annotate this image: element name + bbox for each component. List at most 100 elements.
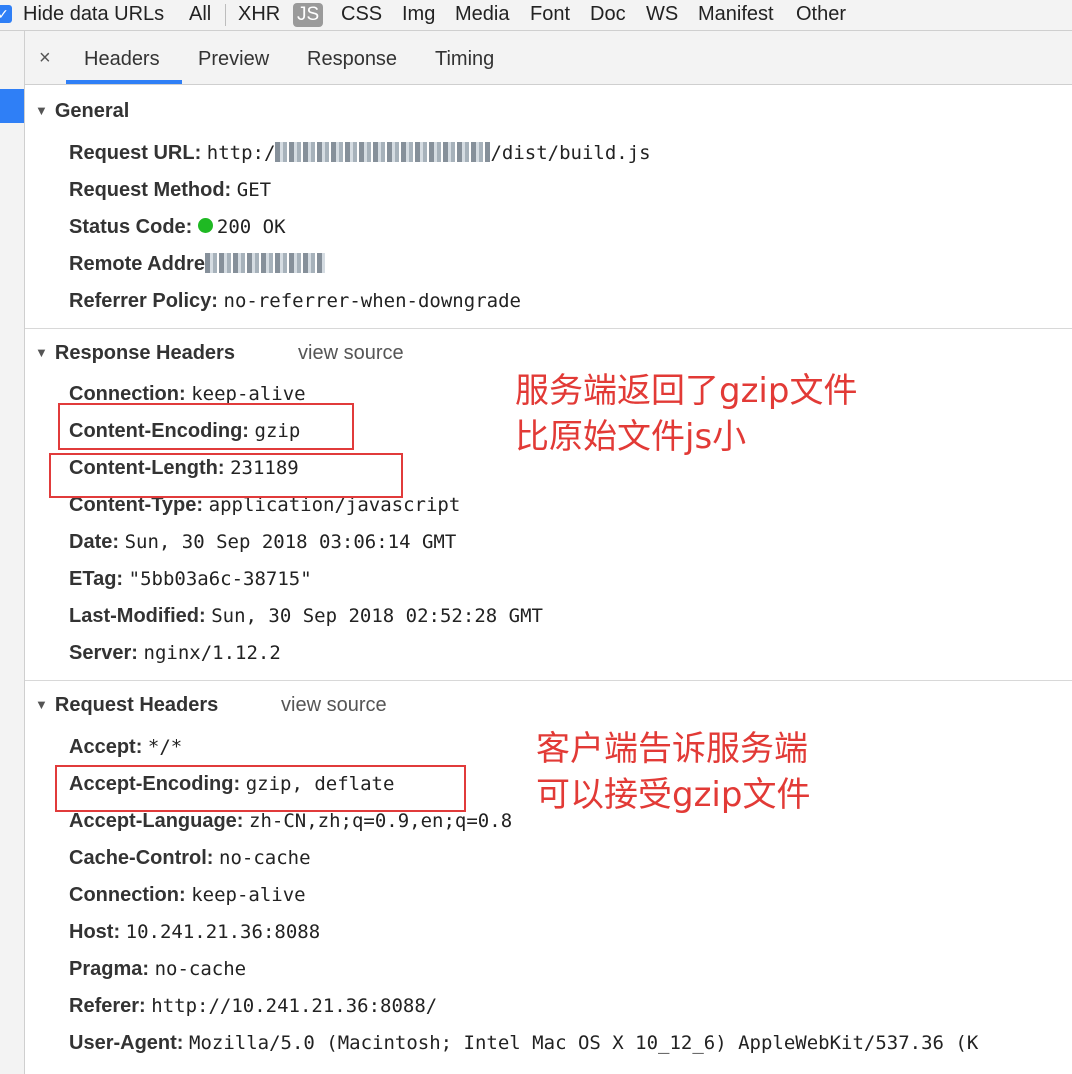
header-value: no-cache (154, 958, 247, 980)
filter-img[interactable]: Img (402, 3, 435, 26)
response-header-row: Server: nginx/1.12.2 (69, 642, 281, 665)
filter-xhr[interactable]: XHR (238, 3, 280, 26)
header-key: Referer: (69, 995, 146, 1017)
header-key: Request Method: (69, 179, 232, 201)
header-key: Cache-Control: (69, 847, 214, 869)
header-key: Accept: (69, 736, 143, 758)
header-key: Server: (69, 642, 138, 664)
header-key: User-Agent: (69, 1032, 184, 1054)
filter-js-selected[interactable]: JS (293, 3, 324, 27)
request-header-row: Referer: http://10.241.21.36:8088/ (69, 995, 437, 1018)
header-value: http://10.241.21.36:8088/ (151, 995, 438, 1017)
collapse-triangle-icon: ▼ (35, 345, 48, 360)
request-header-row: Accept: */* (69, 736, 182, 759)
filter-doc[interactable]: Doc (590, 3, 626, 26)
headers-panel: ▼ General Request URL: http:/ /dist/build.… (25, 85, 1072, 1074)
request-list-strip (0, 31, 25, 1074)
response-header-row: Last-Modified: Sun, 30 Sep 2018 02:52:28… (69, 605, 543, 628)
server-annotation-line1: 服务端返回了gzip文件 (515, 371, 858, 411)
request-header-row: Cache-Control: no-cache (69, 847, 311, 870)
status-ok-icon (197, 218, 213, 234)
header-key: Status Code: (69, 216, 193, 238)
response-header-row: Date: Sun, 30 Sep 2018 03:06:14 GMT (69, 531, 456, 554)
header-key: Date: (69, 531, 120, 553)
selected-request-row[interactable] (0, 89, 24, 123)
request-view-source-link[interactable]: view source (281, 694, 387, 717)
redacted-host (275, 141, 491, 162)
request-url-row: Request URL: http:/ /dist/build.js (69, 141, 651, 165)
header-value: nginx/1.12.2 (143, 642, 281, 664)
filter-separator (225, 4, 226, 26)
header-value: "5bb03a6c-38715" (128, 568, 312, 590)
general-title: General (54, 100, 130, 122)
header-value: keep-alive (191, 383, 306, 405)
header-value: no-referrer-when-downgrade (223, 290, 521, 312)
redacted-address (204, 252, 325, 273)
filter-css[interactable]: CSS (341, 3, 382, 26)
header-key: Connection: (69, 884, 186, 906)
collapse-triangle-icon: ▼ (35, 697, 48, 712)
request-header-row: Accept-Language: zh-CN,zh;q=0.9,en;q=0.8 (69, 810, 512, 833)
header-value: 200 OK (216, 216, 286, 238)
header-key: Host: (69, 921, 121, 943)
section-divider (25, 328, 1072, 329)
header-key: Pragma: (69, 958, 150, 980)
highlight-content-encoding (58, 403, 354, 450)
header-key: ETag: (69, 568, 124, 590)
header-value: /dist/build.js (490, 142, 651, 164)
referrer-policy-row: Referrer Policy: no-referrer-when-downgr… (69, 290, 521, 313)
tab-headers[interactable]: Headers (84, 48, 160, 71)
request-header-row: User-Agent: Mozilla/5.0 (Macintosh; Inte… (69, 1032, 978, 1055)
request-method-row: Request Method: GET (69, 179, 271, 202)
request-header-row: Pragma: no-cache (69, 958, 246, 981)
header-value: */* (147, 736, 183, 758)
tab-timing[interactable]: Timing (435, 48, 494, 71)
filter-manifest[interactable]: Manifest (698, 3, 774, 26)
client-annotation-line2: 可以接受gzip文件 (536, 775, 811, 815)
close-icon[interactable]: × (39, 47, 51, 70)
tab-response[interactable]: Response (307, 48, 397, 71)
request-header-row: Host: 10.241.21.36:8088 (69, 921, 320, 944)
header-value: keep-alive (191, 884, 306, 906)
header-key: Connection: (69, 383, 186, 405)
active-tab-indicator (66, 80, 182, 84)
filter-ws[interactable]: WS (646, 3, 678, 26)
request-headers-title: Request Headers (54, 694, 219, 716)
header-key: Last-Modified: (69, 605, 206, 627)
header-value: Sun, 30 Sep 2018 02:52:28 GMT (211, 605, 543, 627)
header-key: Request URL: (69, 142, 202, 164)
header-value: no-cache (219, 847, 311, 869)
header-value-prefix: http:/ (206, 142, 276, 164)
filter-media[interactable]: Media (455, 3, 509, 26)
header-key: Remote Addre (69, 253, 205, 275)
request-headers-section-header[interactable]: ▼ Request Headers (35, 694, 218, 717)
header-key: Accept-Language: (69, 810, 244, 832)
header-value: 10.241.21.36:8088 (125, 921, 321, 943)
status-code-row: Status Code: 200 OK (69, 216, 286, 239)
filter-font[interactable]: Font (530, 3, 570, 26)
section-divider (25, 680, 1072, 681)
filter-all[interactable]: All (189, 3, 211, 26)
filter-other[interactable]: Other (796, 3, 846, 26)
server-annotation-line2: 比原始文件js小 (515, 417, 747, 457)
general-section-header[interactable]: ▼ General (35, 100, 129, 123)
highlight-accept-encoding (55, 765, 466, 812)
header-value: GET (236, 179, 272, 201)
network-filter-bar: ✓ Hide data URLs All XHR JS CSS Img Medi… (0, 0, 1072, 31)
header-value: Mozilla/5.0 (Macintosh; Intel Mac OS X 1… (189, 1032, 979, 1054)
header-key: Referrer Policy: (69, 290, 218, 312)
tab-preview[interactable]: Preview (198, 48, 269, 71)
response-view-source-link[interactable]: view source (298, 342, 404, 365)
client-annotation-line1: 客户端告诉服务端 (536, 729, 808, 769)
header-value: Sun, 30 Sep 2018 03:06:14 GMT (124, 531, 457, 553)
response-headers-title: Response Headers (54, 342, 235, 364)
request-header-row: Connection: keep-alive (69, 884, 306, 907)
detail-tab-bar: × Headers Preview Response Timing (25, 31, 1072, 85)
collapse-triangle-icon: ▼ (35, 103, 48, 118)
remote-address-row: Remote Addre (69, 252, 325, 276)
hide-data-urls-label[interactable]: Hide data URLs (23, 3, 164, 26)
response-header-row: ETag: "5bb03a6c-38715" (69, 568, 312, 591)
response-headers-section-header[interactable]: ▼ Response Headers (35, 342, 235, 365)
hide-data-urls-checkbox[interactable]: ✓ (0, 5, 12, 23)
header-value: zh-CN,zh;q=0.9,en;q=0.8 (249, 810, 513, 832)
